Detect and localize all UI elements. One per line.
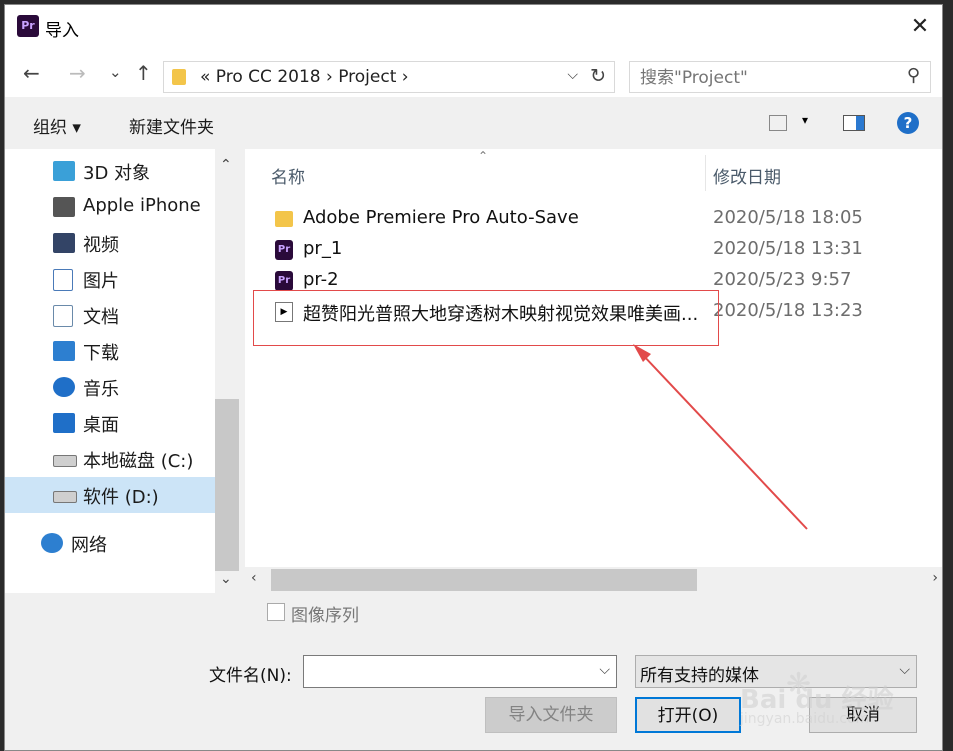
sidebar-scrollbar[interactable]: ⌃ ⌄ <box>215 149 239 593</box>
cube-icon <box>53 161 75 181</box>
sidebar-item-label: 网络 <box>71 535 107 556</box>
sidebar-item-label: 音乐 <box>83 379 119 400</box>
preview-pane-icon[interactable] <box>843 115 865 131</box>
drive-d-icon <box>53 491 77 503</box>
image-sequence-checkbox[interactable] <box>267 603 285 621</box>
filename-label: 文件名(N): <box>209 666 292 686</box>
premiere-project-icon: Pr <box>275 240 293 260</box>
drive-c-icon <box>53 455 77 467</box>
file-date: 2020/5/18 18:05 <box>713 207 863 228</box>
baidu-watermark: ❋ Bai du 经验 jingyan.baidu.com <box>740 667 910 737</box>
sidebar-item[interactable]: 软件 (D:) <box>5 477 215 513</box>
search-box[interactable]: ⚲ <box>629 61 931 93</box>
search-icon[interactable]: ⚲ <box>907 65 920 86</box>
sidebar-item-label: 桌面 <box>83 415 119 436</box>
close-button[interactable]: ✕ <box>906 13 934 41</box>
phone-icon <box>53 197 75 217</box>
sidebar-item-label: 文档 <box>83 307 119 328</box>
window-title: 导入 <box>45 21 79 41</box>
title-bar: Pr 导入 ✕ <box>5 5 942 49</box>
recent-locations-icon[interactable]: ⌄ <box>109 63 122 81</box>
file-date: 2020/5/23 9:57 <box>713 269 852 290</box>
watermark-url: jingyan.baidu.com <box>740 711 870 727</box>
navigation-pane: 3D 对象 Apple iPhone 视频图片文档下载音乐桌面本地磁盘 (C:) 软件… <box>5 149 239 593</box>
folder-icon <box>275 211 293 227</box>
sidebar-item-label: 本地磁盘 (C:) <box>83 451 194 472</box>
sidebar-item[interactable]: Apple iPhone <box>5 189 215 225</box>
file-date: 2020/5/18 13:23 <box>713 300 863 321</box>
scroll-right-icon[interactable]: › <box>932 570 938 586</box>
help-icon[interactable]: ? <box>897 112 919 134</box>
annotation-highlight-box <box>253 290 719 346</box>
view-options-icon[interactable] <box>769 115 787 131</box>
address-bar[interactable]: « Pro CC 2018 › Project › ⌵ ↻ <box>163 61 615 93</box>
horizontal-scrollbar-thumb[interactable] <box>271 569 697 591</box>
file-name: Adobe Premiere Pro Auto-Save <box>303 207 579 228</box>
sidebar-item[interactable]: 本地磁盘 (C:) <box>5 441 215 477</box>
sidebar-item-label: 视频 <box>83 235 119 256</box>
file-date: 2020/5/18 13:31 <box>713 238 863 259</box>
music-icon <box>53 377 75 397</box>
up-folder-icon[interactable]: ↑ <box>135 61 152 85</box>
sidebar-item-label: 下载 <box>83 343 119 364</box>
download-icon <box>53 341 75 361</box>
scroll-up-icon[interactable]: ⌃ <box>220 157 232 173</box>
breadcrumb[interactable]: « Pro CC 2018 › Project › <box>200 67 409 87</box>
organize-button[interactable]: 组织 ▾ <box>33 113 81 138</box>
image-sequence-label: 图像序列 <box>291 606 359 626</box>
file-name: pr-2 <box>303 269 339 290</box>
scroll-down-icon[interactable]: ⌄ <box>220 571 232 587</box>
sidebar-item[interactable]: 音乐 <box>5 369 215 405</box>
scrollbar-thumb[interactable] <box>215 399 239 571</box>
column-divider[interactable] <box>705 155 706 191</box>
refresh-icon[interactable]: ↻ <box>590 65 606 87</box>
sidebar-item-label: Apple iPhone <box>83 195 201 216</box>
file-list: ⌃ 名称 修改日期 Adobe Premiere Pro Auto-Save 20… <box>245 149 942 567</box>
command-bar: 组织 ▾ 新建文件夹 ▾ ? <box>5 97 942 149</box>
address-dropdown-icon[interactable]: ⌵ <box>567 67 578 83</box>
forward-icon[interactable]: → <box>69 61 86 85</box>
sidebar-item[interactable]: 3D 对象 <box>5 153 215 189</box>
video-icon <box>53 233 75 253</box>
sort-ascending-icon: ⌃ <box>478 149 489 163</box>
sidebar-item[interactable]: 文档 <box>5 297 215 333</box>
sidebar-item-label: 3D 对象 <box>83 163 151 184</box>
import-folder-button[interactable]: 导入文件夹 <box>485 697 617 733</box>
file-list-horizontal-scrollbar[interactable]: ‹ › <box>245 567 942 593</box>
desktop-icon <box>53 413 75 433</box>
sidebar-item[interactable]: 图片 <box>5 261 215 297</box>
filename-dropdown-icon[interactable]: ⌵ <box>599 662 610 678</box>
folder-icon <box>172 69 186 85</box>
document-icon <box>53 305 73 327</box>
sidebar-item[interactable]: 网络 <box>5 525 203 561</box>
sidebar-item[interactable]: 视频 <box>5 225 215 261</box>
column-header-date[interactable]: 修改日期 <box>713 163 781 188</box>
file-name: pr_1 <box>303 238 343 259</box>
sidebar-item[interactable]: 下载 <box>5 333 215 369</box>
filename-field[interactable]: ⌵ <box>303 655 617 688</box>
sidebar-item[interactable]: 桌面 <box>5 405 215 441</box>
sidebar-item-label: 软件 (D:) <box>83 487 159 508</box>
open-button[interactable]: 打开(O) <box>635 697 741 733</box>
file-row[interactable]: Adobe Premiere Pro Auto-Save 2020/5/18 18… <box>245 203 942 234</box>
import-dialog: Pr 导入 ✕ ← → ⌄ ↑ « Pro CC 2018 › Project … <box>4 4 943 751</box>
file-row[interactable]: Pr pr_1 2020/5/18 13:31 <box>245 234 942 265</box>
sidebar-item-label: 图片 <box>83 271 119 292</box>
premiere-app-icon: Pr <box>17 15 39 37</box>
network-icon <box>41 533 63 553</box>
back-icon[interactable]: ← <box>23 61 40 85</box>
view-dropdown-icon[interactable]: ▾ <box>802 113 808 127</box>
column-header-name[interactable]: 名称 <box>271 163 305 188</box>
search-input[interactable] <box>638 66 902 90</box>
scroll-left-icon[interactable]: ‹ <box>251 570 257 586</box>
premiere-project-icon: Pr <box>275 271 293 291</box>
new-folder-button[interactable]: 新建文件夹 <box>129 113 214 138</box>
picture-icon <box>53 269 73 291</box>
navigation-bar: ← → ⌄ ↑ « Pro CC 2018 › Project › ⌵ ↻ ⚲ <box>5 49 942 97</box>
